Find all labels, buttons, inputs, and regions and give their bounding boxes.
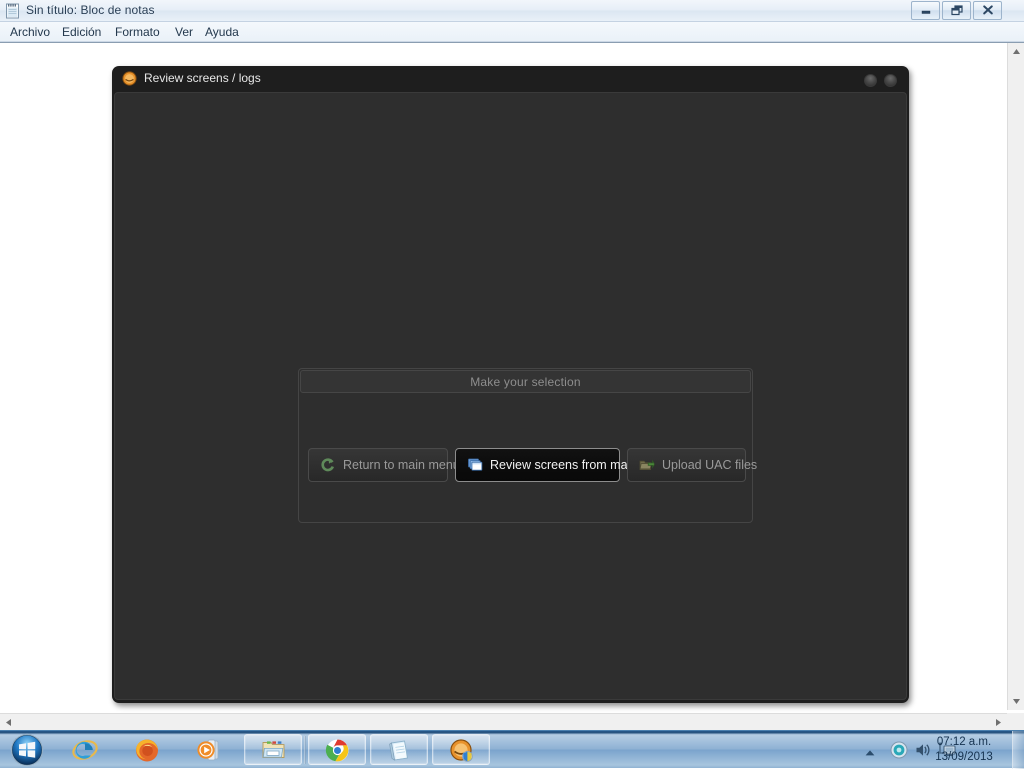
- show-desktop-button[interactable]: [1012, 731, 1024, 769]
- start-orb-icon[interactable]: [4, 732, 50, 768]
- stacked-windows-icon: [467, 457, 483, 473]
- taskbar-button-google-chrome[interactable]: [308, 734, 366, 765]
- minimize-button[interactable]: [911, 1, 940, 20]
- return-to-main-menu-button[interactable]: Return to main menu: [308, 448, 460, 482]
- notepad-icon: [5, 3, 21, 19]
- menu-item-archivo[interactable]: Archivo: [5, 24, 55, 40]
- review-screens-from-match-button[interactable]: Review screens from match: [455, 448, 644, 482]
- taskbar-button-windows-explorer[interactable]: [244, 734, 302, 765]
- scroll-up-icon[interactable]: [1008, 43, 1024, 60]
- review-screens-from-match-label: Review screens from match: [490, 458, 645, 472]
- system-tray: 07:12 a.m. 13/09/2013: [834, 731, 1024, 769]
- menu-item-ver[interactable]: Ver: [170, 24, 198, 40]
- selection-panel-header: Make your selection: [300, 370, 751, 393]
- review-screens-window: Review screens / logs Make your selectio…: [112, 66, 909, 703]
- clock[interactable]: 07:12 a.m. 13/09/2013: [922, 735, 1006, 765]
- notepad-menubar: Archivo Edición Formato Ver Ayuda: [0, 22, 1024, 42]
- review-screens-app-icon: [449, 738, 474, 763]
- google-chrome-icon: [325, 738, 350, 763]
- windows-explorer-icon: [261, 738, 286, 763]
- taskbar-button-notepad[interactable]: [370, 734, 428, 765]
- clock-time: 07:12 a.m.: [936, 736, 992, 748]
- selection-header-label: Make your selection: [470, 374, 581, 389]
- vertical-scrollbar[interactable]: [1007, 43, 1024, 710]
- app-window-title: Review screens / logs: [144, 71, 261, 85]
- clock-date: 13/09/2013: [935, 751, 993, 763]
- return-to-main-menu-label: Return to main menu: [343, 458, 460, 472]
- menu-item-edicion[interactable]: Edición: [57, 24, 106, 40]
- taskbar: 07:12 a.m. 13/09/2013: [0, 730, 1024, 769]
- upload-uac-files-button[interactable]: Upload UAC files: [627, 448, 757, 482]
- action-center-icon[interactable]: [890, 741, 908, 759]
- notepad-icon: [387, 738, 412, 763]
- restore-button[interactable]: [942, 1, 971, 20]
- app-titlebar-button-2[interactable]: [884, 74, 897, 87]
- app-titlebar-button-1[interactable]: [864, 74, 877, 87]
- app-titlebar[interactable]: Review screens / logs: [112, 66, 909, 92]
- taskbar-button-review-screens-app[interactable]: [432, 734, 490, 765]
- rotate-arrow-icon: [320, 457, 336, 473]
- scroll-right-icon[interactable]: [990, 714, 1007, 731]
- internet-explorer-icon[interactable]: [72, 737, 98, 763]
- mozilla-firefox-icon[interactable]: [134, 737, 160, 763]
- menu-item-formato[interactable]: Formato: [110, 24, 165, 40]
- upload-uac-files-label: Upload UAC files: [662, 458, 758, 472]
- app-orange-icon: [122, 71, 137, 86]
- notepad-title: Sin título: Bloc de notas: [26, 3, 155, 17]
- close-button[interactable]: [973, 1, 1002, 20]
- show-hidden-icons-icon[interactable]: [864, 744, 876, 762]
- selection-group-panel: Make your selection Return to main menu: [298, 368, 757, 523]
- horizontal-scrollbar[interactable]: [0, 713, 1007, 730]
- app-content-area: Make your selection Return to main menu: [114, 92, 907, 700]
- windows-media-player-icon[interactable]: [196, 737, 222, 763]
- menu-item-ayuda[interactable]: Ayuda: [200, 24, 244, 40]
- notepad-titlebar[interactable]: Sin título: Bloc de notas: [0, 0, 1024, 22]
- scrollbar-corner: [1007, 713, 1024, 730]
- taskbar-divider: [304, 736, 306, 764]
- folder-upload-icon: [639, 457, 655, 473]
- scroll-left-icon[interactable]: [0, 714, 17, 731]
- scroll-down-icon[interactable]: [1008, 693, 1024, 710]
